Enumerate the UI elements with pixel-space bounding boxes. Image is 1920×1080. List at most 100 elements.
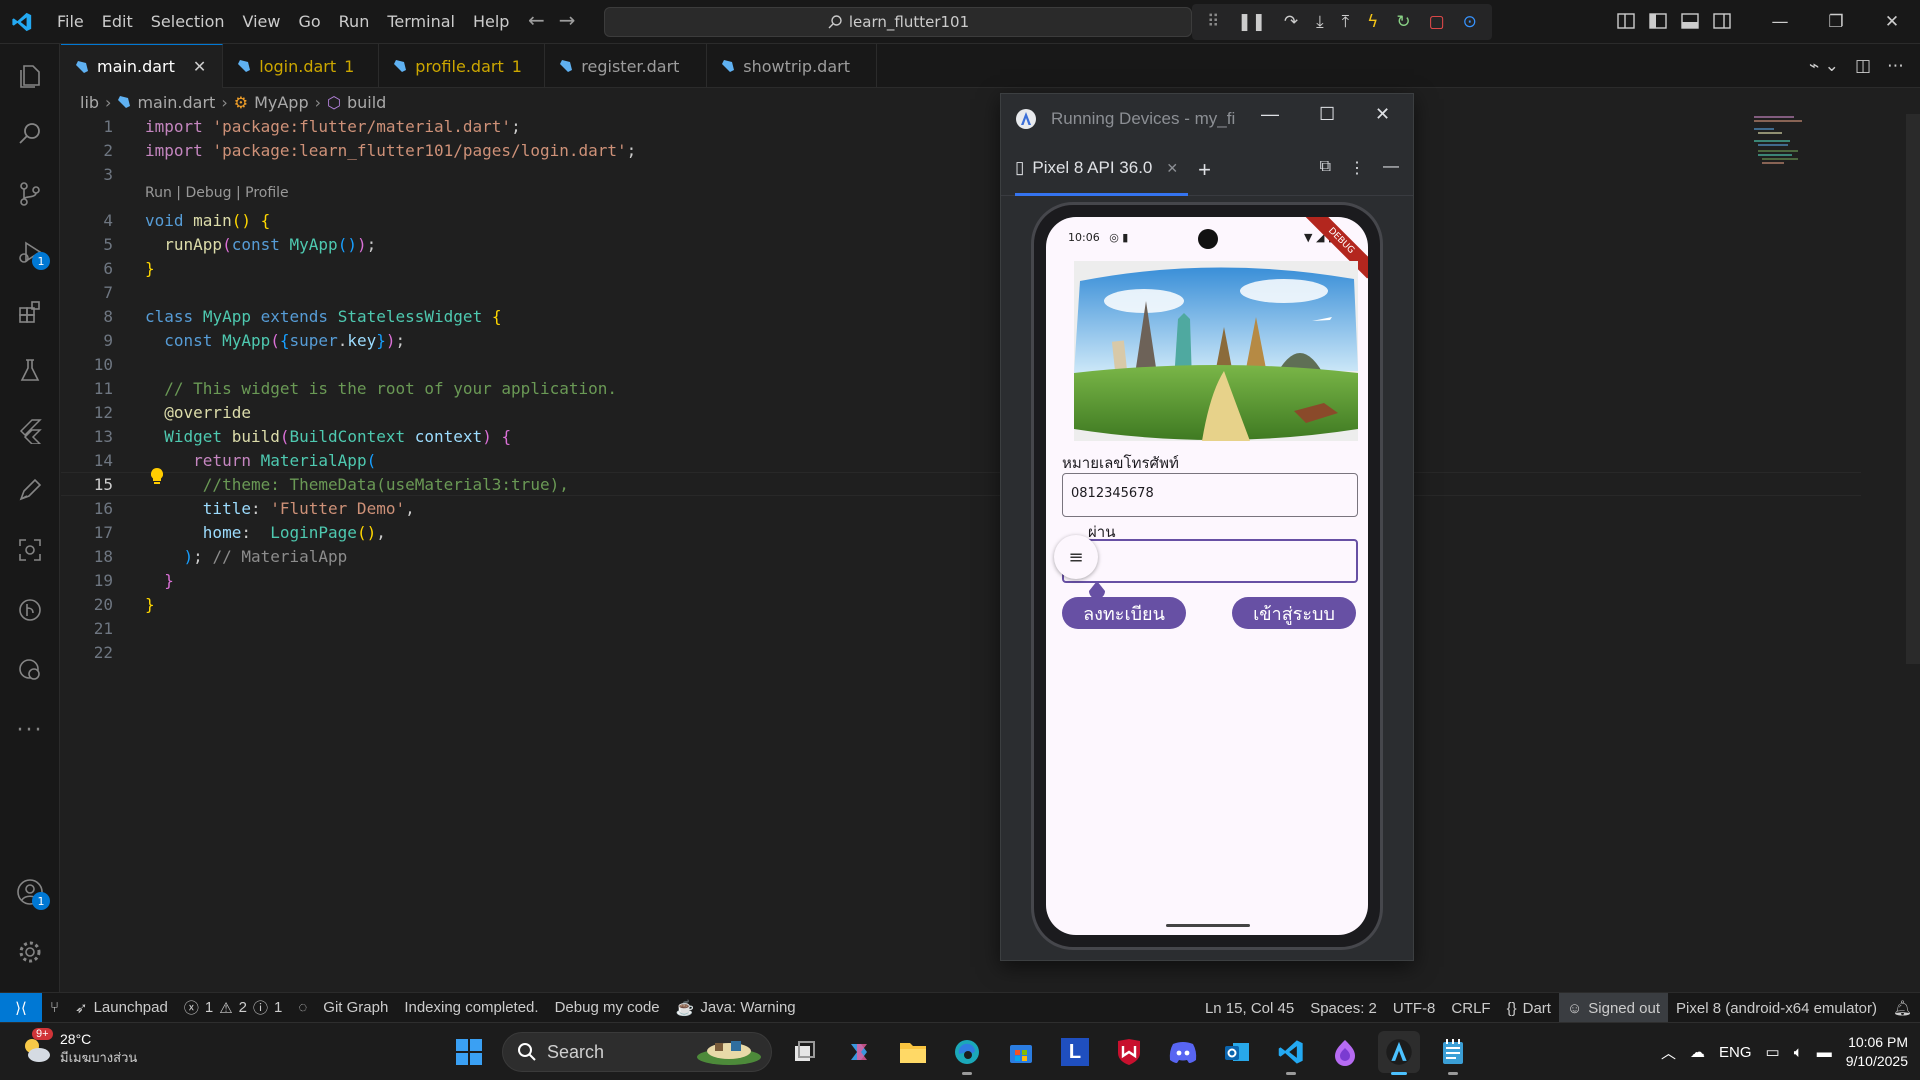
file-explorer-icon[interactable] [892,1031,934,1073]
gear-icon[interactable] [0,926,60,978]
toggle-primary-sidebar-icon[interactable] [1648,11,1668,31]
start-icon[interactable] [448,1031,490,1073]
minimize-icon[interactable]: — [1752,0,1808,44]
close-icon[interactable]: ✕ [1166,160,1178,177]
close-icon[interactable]: ✕ [1375,104,1390,125]
extensions-icon[interactable] [0,286,60,338]
step-over-icon[interactable]: ↷ [1284,12,1298,32]
vscode-taskbar-icon[interactable] [1270,1031,1312,1075]
home-gesture-bar[interactable] [1166,924,1250,927]
indentation[interactable]: Spaces: 2 [1302,1000,1385,1017]
battery-icon[interactable]: ▬ [1817,1044,1832,1061]
menu-icon[interactable]: ≡ [1054,535,1098,579]
toggle-secondary-sidebar-icon[interactable] [1712,11,1732,31]
menu-go[interactable]: Go [289,12,329,31]
more-options-icon[interactable]: ⋮ [1349,158,1365,178]
weather-widget[interactable]: 9+ 28°C มีเมฆบางส่วน [20,1027,137,1068]
maximize-icon[interactable]: ☐ [1319,104,1335,125]
tab-main-dart[interactable]: main.dart ✕ [61,44,224,88]
minimap[interactable] [1754,114,1844,174]
explorer-icon[interactable] [0,50,60,102]
signed-out-status[interactable]: ☺ Signed out [1558,993,1669,1023]
taskbar-search[interactable]: Search [502,1032,772,1072]
more-icon[interactable]: ··· [0,704,60,756]
codelens-run-debug-profile[interactable]: Run | Debug | Profile [145,185,289,201]
scan-icon[interactable] [0,524,60,576]
editor-scrollbar[interactable] [1906,114,1920,664]
login-button[interactable]: เข้าสู่ระบบ [1232,597,1356,629]
remote-explorer-icon[interactable] [0,644,60,696]
onedrive-icon[interactable]: ☁ [1690,1043,1705,1061]
restore-icon[interactable]: ❐ [1808,0,1864,44]
menu-help[interactable]: Help [464,12,518,31]
visual-studio-icon[interactable] [1324,1031,1366,1073]
search-icon[interactable] [0,108,60,160]
device-status[interactable]: Pixel 8 (android-x64 emulator) [1668,1000,1885,1017]
encoding[interactable]: UTF-8 [1385,1000,1444,1017]
notifications-icon[interactable]: 🔔︎ [1885,999,1920,1017]
minimize-icon[interactable]: — [1261,104,1279,125]
menu-view[interactable]: View [234,12,290,31]
tab-pixel-8[interactable]: ▯ Pixel 8 API 36.0 ✕ [1015,144,1189,196]
tab-login-dart[interactable]: login.dart 1 [223,44,380,88]
step-out-icon[interactable]: ⤒ [1342,12,1350,32]
git-graph-icon[interactable] [0,584,60,636]
git-graph-status[interactable]: Git Graph [315,999,396,1016]
menu-selection[interactable]: Selection [142,12,234,31]
devtools-icon[interactable]: ⊙ [1463,12,1477,32]
remote-indicator-icon[interactable]: ⟩⟨ [0,992,42,1023]
microsoft-store-icon[interactable] [1000,1031,1042,1073]
drag-handle-icon[interactable]: ⠿ [1207,12,1219,32]
toggle-panel-icon[interactable] [1680,11,1700,31]
tab-register-dart[interactable]: register.dart [545,44,708,88]
close-icon[interactable]: ✕ [1864,0,1920,44]
phone-screen[interactable]: 10:06 ◎ ▮ ▼ ◢ ▮ DEBUG หมายเลขโทรศัพท์ 08… [1046,217,1368,935]
discord-icon[interactable] [1162,1031,1204,1073]
launchpad-status[interactable]: ➶ Launchpad [67,999,176,1017]
menu-edit[interactable]: Edit [93,12,142,31]
cursor-position[interactable]: Ln 15, Col 45 [1197,1000,1302,1017]
chevron-up-icon[interactable]: ︿ [1661,1042,1676,1063]
broadcast-icon[interactable]: ◌ [290,999,315,1016]
edge-icon[interactable] [946,1031,988,1075]
breadcrumb-method[interactable]: build [347,93,386,112]
code-editor[interactable]: Run | Debug | Profile 1 import 'package:f… [61,114,1920,992]
close-icon[interactable]: ✕ [193,57,206,76]
phone-number-field[interactable]: 0812345678 [1062,473,1358,517]
lightbulb-icon[interactable] [149,467,165,487]
end-of-line[interactable]: CRLF [1443,1000,1498,1017]
breadcrumb-folder[interactable]: lib [80,93,99,112]
network-icon[interactable]: ▭ [1766,1043,1780,1061]
android-studio-taskbar-icon[interactable] [1378,1031,1420,1075]
java-status[interactable]: ☕ Java: Warning [668,999,804,1017]
source-control-icon[interactable] [0,168,60,220]
breadcrumb-file[interactable]: main.dart [137,93,215,112]
outlook-icon[interactable] [1216,1031,1258,1073]
back-arrow-icon[interactable]: ← [528,8,545,32]
volume-icon[interactable]: 🔈︎ [1794,1044,1803,1061]
forward-arrow-icon[interactable]: → [559,8,576,32]
breadcrumb-class[interactable]: MyApp [254,93,309,112]
run-and-debug-icon[interactable]: 1 [0,226,60,278]
testing-icon[interactable] [0,344,60,396]
menu-file[interactable]: File [48,12,93,31]
hide-icon[interactable]: — [1383,158,1399,178]
restart-icon[interactable]: ↻ [1396,12,1410,32]
notepad-icon[interactable] [1432,1031,1474,1075]
input-language[interactable]: ENG [1719,1044,1752,1061]
hot-reload-icon[interactable]: ϟ [1367,12,1378,32]
register-button[interactable]: ลงทะเบียน [1062,597,1186,629]
add-device-icon[interactable]: + [1198,157,1211,183]
clock[interactable]: 10:06 PM 9/10/2025 [1846,1033,1908,1071]
customize-layout-icon[interactable] [1616,11,1636,31]
split-editor-icon[interactable]: ◫ [1855,56,1871,76]
copilot-icon[interactable] [838,1031,880,1073]
mcafee-icon[interactable] [1108,1031,1150,1073]
source-control-status-icon[interactable]: ⑂ [42,999,67,1016]
screen-mirror-icon[interactable]: ⧉ [1320,158,1331,178]
stop-icon[interactable]: ▢ [1429,12,1445,32]
flutter-icon[interactable] [0,404,60,456]
problems-status[interactable]: ⓧ 1 ⚠ 2 ⓘ 1 [176,997,291,1018]
menu-run[interactable]: Run [330,12,379,31]
command-center-search[interactable]: learn_flutter101 [604,7,1192,37]
